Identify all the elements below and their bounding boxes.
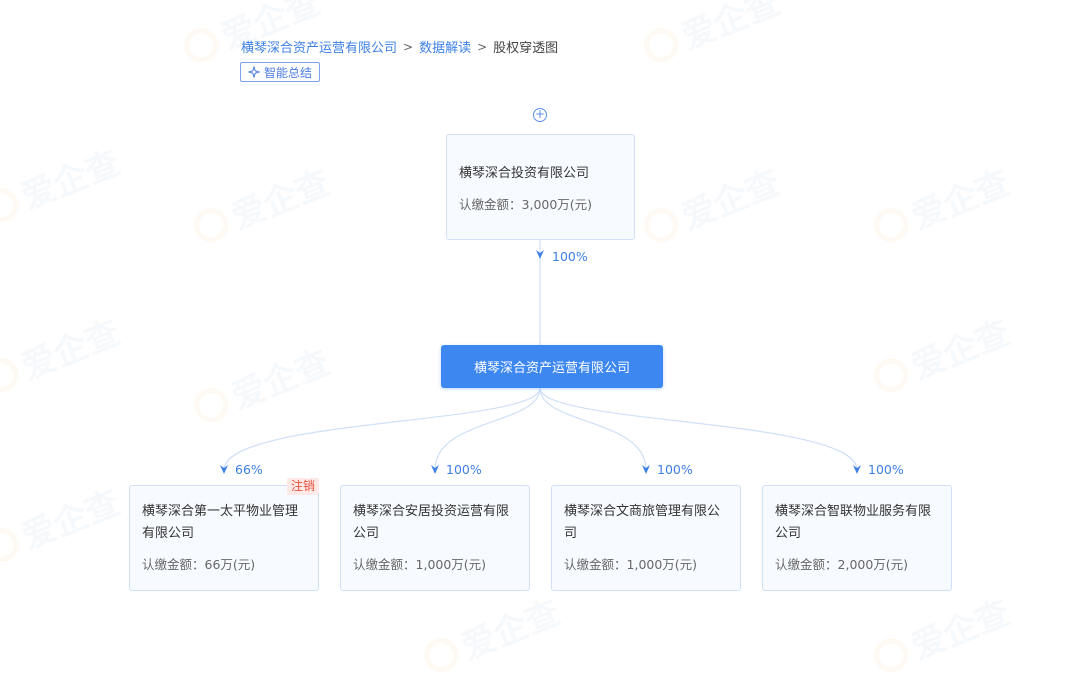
subsidiary-node[interactable]: 注销 横琴深合第一太平物业管理有限公司 认缴金额：66万(元) [129,478,319,591]
subsidiary-amount: 认缴金额：2,000万(元) [775,557,909,572]
subsidiary-node[interactable]: 横琴深合智联物业服务有限公司 认缴金额：2,000万(元) [762,485,952,591]
subsidiary-node[interactable]: 横琴深合安居投资运营有限公司 认缴金额：1,000万(元) [340,485,530,591]
connector-child-1 [223,387,541,471]
shareholder-name: 横琴深合投资有限公司 [459,166,590,181]
subsidiary-amount: 认缴金额：1,000万(元) [353,557,487,572]
center-company-node[interactable]: 横琴深合资产运营有限公司 [441,345,663,388]
expand-shareholders-button[interactable]: + [533,108,547,122]
subsidiary-name: 横琴深合智联物业服务有限公司 [775,504,932,541]
subsidiary-percent: 66% [235,462,263,477]
subsidiary-name: 横琴深合文商旅管理有限公司 [564,504,721,541]
subsidiary-amount: 认缴金额：1,000万(元) [564,557,698,572]
shareholder-amount: 认缴金额：3,000万(元) [459,197,593,212]
subsidiary-name: 横琴深合安居投资运营有限公司 [353,504,510,541]
subsidiary-percent: 100% [868,462,904,477]
shareholder-node[interactable]: 横琴深合投资有限公司 认缴金额：3,000万(元) [446,134,635,240]
subsidiary-name: 横琴深合第一太平物业管理有限公司 [142,504,299,541]
subsidiary-node[interactable]: 横琴深合文商旅管理有限公司 认缴金额：1,000万(元) [551,485,741,591]
connector-child-4 [539,387,858,471]
subsidiary-percent: 100% [446,462,482,477]
status-badge-cancelled: 注销 [286,478,319,495]
shareholder-percent: 100% [552,249,588,264]
subsidiary-amount: 认缴金额：66万(元) [142,557,256,572]
subsidiary-percent: 100% [657,462,693,477]
